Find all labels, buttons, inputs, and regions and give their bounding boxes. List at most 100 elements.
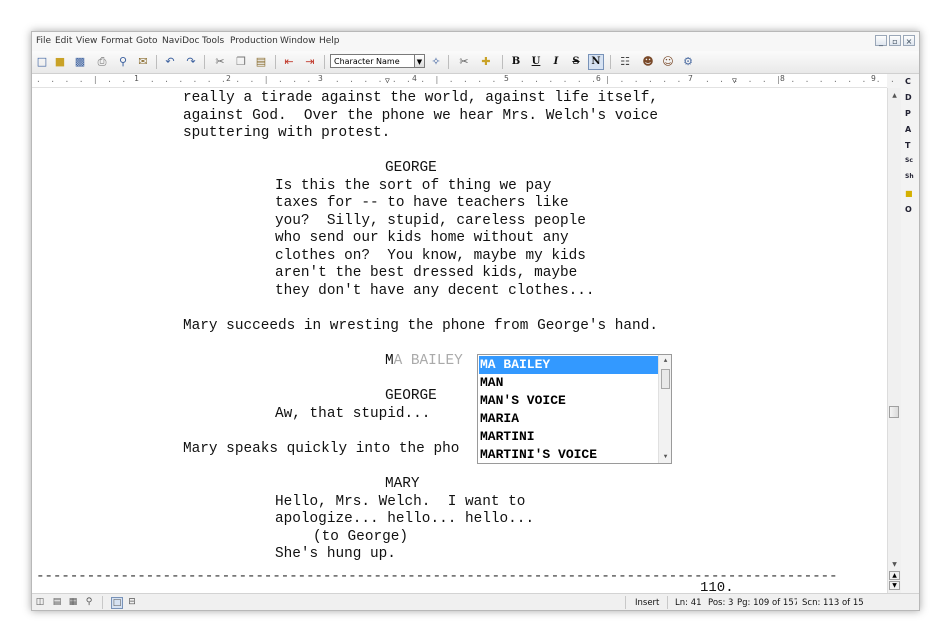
new-document-icon[interactable]: □ [34, 54, 50, 70]
email-icon[interactable]: ✉ [135, 54, 151, 70]
close-button[interactable]: × [903, 35, 915, 46]
typed-text: M [385, 353, 394, 369]
undo-icon[interactable]: ↶ [162, 54, 178, 70]
dialogue-line: who send our kids home without any [275, 230, 569, 246]
insert-mode[interactable]: Insert [635, 598, 659, 608]
parenthetical-line: (to George) [313, 529, 408, 545]
menu-format[interactable]: Format [101, 36, 133, 46]
document-scrollbar[interactable]: ▲ ▼ ▲ ▼ [887, 88, 901, 593]
menu-file[interactable]: File [36, 36, 51, 46]
zoom-icon[interactable]: ⚲ [84, 597, 94, 607]
dialogue-line: taxes for -- to have teachers like [275, 195, 569, 211]
menu-tools[interactable]: Tools [202, 36, 224, 46]
dialogue-line: She's hung up. [275, 546, 396, 562]
toolbar-separator [204, 55, 205, 69]
ruler-number: 3 [317, 74, 324, 83]
autocomplete-option[interactable]: MA BAILEY [479, 356, 658, 374]
strikethrough-button[interactable]: S [568, 54, 584, 70]
action-line: sputtering with protest. [183, 125, 391, 141]
action-line: really a tirade against the world, again… [183, 90, 658, 106]
indent-icon[interactable]: ⇥ [302, 54, 318, 70]
menu-help[interactable]: Help [319, 36, 340, 46]
redo-icon[interactable]: ↷ [183, 54, 199, 70]
minimize-button[interactable]: _ [875, 35, 887, 46]
autocomplete-option[interactable]: MAN [479, 374, 658, 392]
palette-action[interactable]: A [905, 125, 911, 134]
save-icon[interactable]: ▩ [72, 54, 88, 70]
outdent-icon[interactable]: ⇤ [281, 54, 297, 70]
normal-button[interactable]: N [588, 54, 604, 70]
bold-button[interactable]: B [508, 54, 524, 70]
note-icon[interactable]: ■ [905, 189, 913, 198]
print-icon[interactable]: ⎙ [94, 54, 110, 70]
ruler: . . . . | . . . . . . . . . . . | . . . … [32, 74, 919, 88]
element-wand-icon[interactable]: ✧ [428, 54, 444, 70]
print-preview-icon[interactable]: ⚲ [115, 54, 131, 70]
script-document[interactable]: really a tirade against the world, again… [32, 88, 887, 593]
dialogue-line: they don't have any decent clothes... [275, 283, 595, 299]
scene-count: Scn: 113 of 15 [802, 598, 864, 608]
dialogue-line: Hello, Mrs. Welch. I want to [275, 494, 526, 510]
autocomplete-ghost-text: A BAILEY [393, 353, 463, 369]
palette-scene[interactable]: Sc [905, 157, 913, 164]
add-dictionary-icon[interactable]: ✚ [478, 54, 494, 70]
autocomplete-scrollbar[interactable]: ▲ ▼ [658, 355, 671, 463]
scroll-up-icon[interactable]: ▲ [890, 91, 899, 100]
italic-button[interactable]: I [548, 54, 564, 70]
ruler-number: 8 [779, 74, 786, 83]
toolbar-separator [502, 55, 503, 69]
margin-marker-icon[interactable]: ▽ [732, 76, 737, 85]
document-scroll-thumb[interactable] [889, 406, 899, 418]
restore-button[interactable]: ▫ [889, 35, 901, 46]
speed-view-icon[interactable]: ▦ [68, 597, 78, 607]
chevron-down-icon[interactable]: ▼ [414, 54, 425, 68]
palette-transition[interactable]: T [905, 141, 910, 150]
status-bar: ◫ ▤ ▦ ⚲ □ ⊟ Insert Ln: 41 Pos: 3 Pg: 109… [32, 593, 919, 610]
settings-gear-icon[interactable]: ⚙ [680, 54, 696, 70]
action-line: Mary speaks quickly into the pho [183, 441, 460, 457]
scroll-down-icon[interactable]: ▼ [890, 560, 899, 569]
character-icon[interactable]: ☻ [640, 54, 656, 70]
scroll-up-icon[interactable]: ▲ [661, 356, 670, 365]
underline-button[interactable]: U [528, 54, 544, 70]
menu-navidoc[interactable]: NaviDoc [162, 36, 199, 46]
palette-parenthetical[interactable]: P [905, 109, 911, 118]
menu-bar: File Edit View Format Goto NaviDoc Tools… [32, 32, 919, 51]
palette-dialogue[interactable]: D [905, 93, 912, 102]
menu-edit[interactable]: Edit [55, 36, 72, 46]
open-folder-icon[interactable]: ■ [52, 54, 68, 70]
ruler-number: 4 [411, 74, 418, 83]
previous-page-icon[interactable]: ▲ [889, 571, 900, 580]
margin-marker-icon[interactable]: ▽ [385, 76, 390, 85]
palette-character[interactable]: C [905, 77, 911, 86]
autocomplete-scroll-thumb[interactable] [661, 369, 670, 389]
palette-shot[interactable]: Sh [905, 173, 914, 180]
autocomplete-option[interactable]: MARTINI'S VOICE [479, 446, 658, 463]
dialogue-line: Is this the sort of thing we pay [275, 178, 552, 194]
scene-navigator-icon[interactable]: ☷ [617, 54, 633, 70]
copy-icon[interactable]: ❐ [233, 54, 249, 70]
element-style-select[interactable]: Character Name [330, 54, 424, 68]
layout-icon[interactable]: □ [111, 597, 123, 609]
autocomplete-option[interactable]: MARTINI [479, 428, 658, 446]
next-page-icon[interactable]: ▼ [889, 581, 900, 590]
menu-view[interactable]: View [76, 36, 97, 46]
character-autocomplete-list[interactable]: MA BAILEY MAN MAN'S VOICE MARIA MARTINI … [477, 354, 672, 464]
menu-goto[interactable]: Goto [136, 36, 158, 46]
speech-icon[interactable]: ☺ [660, 54, 676, 70]
cut-icon[interactable]: ✂ [212, 54, 228, 70]
paste-icon[interactable]: ▤ [253, 54, 269, 70]
scroll-down-icon[interactable]: ▼ [661, 452, 670, 461]
menu-production[interactable]: Production [230, 36, 278, 46]
palette-other[interactable]: O [905, 205, 912, 214]
character-input[interactable]: MA BAILEY [385, 353, 463, 370]
spell-cut-icon[interactable]: ✂ [456, 54, 472, 70]
page-view-icon[interactable]: ▤ [52, 597, 62, 607]
normal-view-icon[interactable]: ◫ [35, 597, 45, 607]
menu-window[interactable]: Window [280, 36, 316, 46]
autocomplete-option[interactable]: MAN'S VOICE [479, 392, 658, 410]
autocomplete-option[interactable]: MARIA [479, 410, 658, 428]
ruler-number: 9 [870, 74, 877, 83]
split-view-icon[interactable]: ⊟ [127, 597, 137, 607]
character-name: MARY [385, 476, 420, 492]
